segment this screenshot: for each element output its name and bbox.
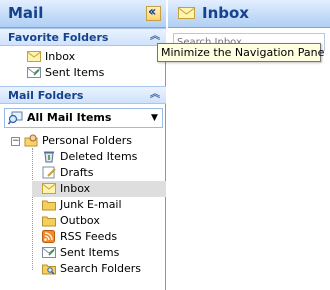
deleted-items-icon	[44, 151, 54, 163]
favorite-item-label: Inbox	[45, 50, 76, 63]
junk-email-icon	[42, 200, 56, 211]
rss-feeds-icon	[42, 230, 55, 243]
folder-item-inbox[interactable]: Inbox	[42, 181, 164, 197]
double-chevron-left-icon: ‹‹	[148, 4, 156, 20]
dropdown-arrow-icon[interactable]: ▼	[151, 109, 158, 127]
folder-item-junk-email[interactable]: Junk E-mail	[42, 197, 164, 213]
folder-item-label: RSS Feeds	[60, 230, 118, 243]
mail-folders-title: Mail Folders	[8, 89, 84, 102]
personal-folders-root[interactable]: Personal Folders	[24, 133, 164, 149]
outlook-window: Mail ‹‹ Favorite Folders ︽ Inbox Sent It…	[0, 0, 330, 290]
favorite-item-sent-items[interactable]: Sent Items	[27, 65, 157, 81]
folder-item-sent-items[interactable]: Sent Items	[42, 245, 164, 261]
folder-item-label: Drafts	[60, 166, 94, 179]
inbox-icon	[42, 183, 56, 194]
folder-item-label: Search Folders	[60, 262, 142, 275]
mail-folders-header[interactable]: Mail Folders ︽	[0, 86, 166, 104]
favorite-item-inbox[interactable]: Inbox	[27, 49, 157, 65]
outbox-icon	[42, 216, 56, 227]
sent-items-icon	[27, 67, 41, 78]
search-mail-icon	[8, 111, 23, 125]
folder-item-label: Junk E-mail	[60, 198, 122, 211]
favorite-folders-title: Favorite Folders	[8, 31, 109, 44]
favorite-item-label: Sent Items	[45, 66, 105, 79]
all-mail-items-selector[interactable]: All Mail Items ▼	[4, 108, 163, 128]
folder-item-label: Deleted Items	[60, 150, 138, 163]
folder-item-search-folders[interactable]: Search Folders	[42, 261, 164, 277]
folder-item-drafts[interactable]: Drafts	[42, 165, 164, 181]
inbox-icon	[27, 51, 41, 62]
folder-item-label: Sent Items	[60, 246, 120, 259]
search-folders-icon	[42, 264, 56, 275]
nav-header: Mail ‹‹	[0, 0, 166, 28]
drafts-icon	[42, 166, 56, 179]
favorite-folders-header[interactable]: Favorite Folders ︽	[0, 28, 166, 46]
personal-folders-icon	[24, 134, 38, 147]
folder-item-label: Inbox	[60, 182, 91, 195]
tree-connector	[32, 148, 33, 270]
nav-title: Mail	[8, 4, 44, 22]
content-header: Inbox	[168, 0, 330, 28]
chevron-up-icon[interactable]: ︽	[150, 87, 160, 103]
inbox-icon	[178, 7, 195, 19]
minimize-navigation-pane-button[interactable]: ‹‹	[146, 4, 161, 21]
personal-folders-label: Personal Folders	[42, 134, 132, 147]
folder-item-label: Outbox	[60, 214, 100, 227]
collapse-tree-toggle[interactable]: −	[11, 137, 20, 146]
navigation-pane: Mail ‹‹ Favorite Folders ︽ Inbox Sent It…	[0, 0, 166, 290]
sent-items-icon	[42, 247, 56, 258]
folder-item-outbox[interactable]: Outbox	[42, 213, 164, 229]
folder-item-rss-feeds[interactable]: RSS Feeds	[42, 229, 164, 245]
content-title: Inbox	[202, 4, 249, 22]
tooltip: Minimize the Navigation Pane	[157, 43, 324, 62]
folder-item-deleted-items[interactable]: Deleted Items	[42, 149, 164, 165]
all-mail-items-label: All Mail Items	[27, 111, 112, 124]
